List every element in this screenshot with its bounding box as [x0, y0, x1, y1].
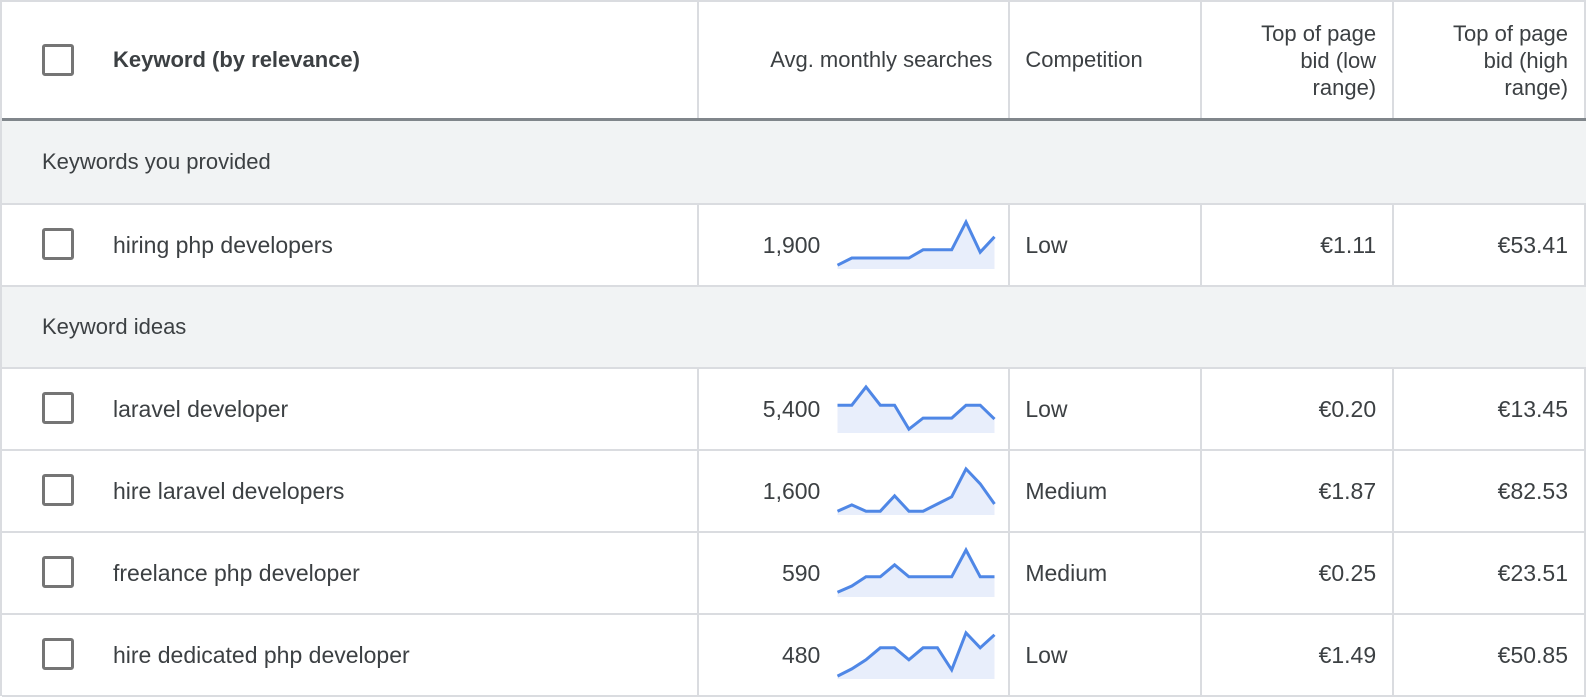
avg-searches-cell: 5,400 — [699, 369, 1011, 449]
keyword-cell: hire dedicated php developer — [2, 615, 699, 695]
high-bid-value: €13.45 — [1498, 396, 1568, 423]
table-row: hiring php developers 1,900 Low €1.11 €5… — [2, 205, 1586, 287]
keyword-cell: hiring php developers — [2, 205, 699, 285]
keyword-text: hiring php developers — [113, 232, 333, 259]
avg-monthly-searches-value: 1,600 — [763, 478, 821, 505]
header-high-bid-cell: Top of page bid (high range) — [1394, 2, 1586, 118]
competition-cell: Medium — [1010, 533, 1202, 613]
high-bid-cell: €13.45 — [1394, 369, 1586, 449]
avg-monthly-searches-value: 590 — [782, 560, 820, 587]
competition-value: Low — [1025, 642, 1067, 669]
competition-cell: Low — [1010, 369, 1202, 449]
column-header-keyword[interactable]: Keyword (by relevance) — [113, 47, 360, 73]
row-checkbox[interactable] — [42, 556, 74, 588]
high-bid-cell: €82.53 — [1394, 451, 1586, 531]
column-header-avg-monthly-searches[interactable]: Avg. monthly searches — [770, 47, 992, 73]
high-bid-cell: €50.85 — [1394, 615, 1586, 695]
low-bid-value: €1.11 — [1320, 232, 1376, 259]
header-competition-cell: Competition — [1010, 2, 1202, 118]
avg-searches-cell: 1,600 — [699, 451, 1011, 531]
low-bid-value: €0.25 — [1319, 560, 1377, 587]
competition-value: Low — [1025, 232, 1067, 259]
competition-cell: Medium — [1010, 451, 1202, 531]
group-row-keywords-you-provided: Keywords you provided — [2, 121, 1586, 205]
low-bid-cell: €1.49 — [1202, 615, 1394, 695]
table-row: freelance php developer 590 Medium €0.25… — [2, 533, 1586, 615]
keyword-cell: laravel developer — [2, 369, 699, 449]
low-bid-value: €1.49 — [1319, 642, 1377, 669]
avg-searches-cell: 590 — [699, 533, 1011, 613]
low-bid-cell: €0.25 — [1202, 533, 1394, 613]
competition-value: Low — [1025, 396, 1067, 423]
header-keyword-cell: Keyword (by relevance) — [2, 2, 699, 118]
low-bid-cell: €1.87 — [1202, 451, 1394, 531]
avg-searches-cell: 1,900 — [699, 205, 1011, 285]
keyword-text: freelance php developer — [113, 560, 360, 587]
row-checkbox[interactable] — [42, 638, 74, 670]
header-low-bid-cell: Top of page bid (low range) — [1202, 2, 1394, 118]
column-header-competition[interactable]: Competition — [1025, 47, 1142, 73]
column-header-low-bid[interactable]: Top of page bid (low range) — [1246, 20, 1376, 101]
high-bid-value: €23.51 — [1498, 560, 1568, 587]
trend-sparkline — [836, 614, 996, 696]
low-bid-value: €1.87 — [1319, 478, 1377, 505]
group-row-keyword-ideas: Keyword ideas — [2, 287, 1586, 369]
keyword-text: hire dedicated php developer — [113, 642, 410, 669]
high-bid-value: €53.41 — [1498, 232, 1568, 259]
avg-monthly-searches-value: 1,900 — [763, 232, 821, 259]
avg-monthly-searches-value: 5,400 — [763, 396, 821, 423]
trend-sparkline — [836, 204, 996, 286]
table-row: hire laravel developers 1,600 Medium €1.… — [2, 451, 1586, 533]
competition-value: Medium — [1025, 560, 1107, 587]
trend-sparkline — [836, 450, 996, 532]
keyword-text: laravel developer — [113, 396, 288, 423]
keyword-cell: hire laravel developers — [2, 451, 699, 531]
high-bid-value: €82.53 — [1498, 478, 1568, 505]
high-bid-value: €50.85 — [1498, 642, 1568, 669]
high-bid-cell: €23.51 — [1394, 533, 1586, 613]
table-row: hire dedicated php developer 480 Low €1.… — [2, 615, 1586, 697]
keyword-text: hire laravel developers — [113, 478, 344, 505]
competition-cell: Low — [1010, 205, 1202, 285]
competition-value: Medium — [1025, 478, 1107, 505]
trend-sparkline — [836, 368, 996, 450]
avg-searches-cell: 480 — [699, 615, 1011, 695]
row-checkbox[interactable] — [42, 474, 74, 506]
table-row: laravel developer 5,400 Low €0.20 €13.45 — [2, 369, 1586, 451]
select-all-checkbox[interactable] — [42, 44, 74, 76]
table-header: Keyword (by relevance) Avg. monthly sear… — [2, 2, 1586, 121]
competition-cell: Low — [1010, 615, 1202, 695]
trend-sparkline — [836, 532, 996, 614]
group-label: Keywords you provided — [2, 149, 271, 175]
row-checkbox[interactable] — [42, 228, 74, 260]
group-label: Keyword ideas — [2, 314, 186, 340]
keyword-cell: freelance php developer — [2, 533, 699, 613]
low-bid-cell: €0.20 — [1202, 369, 1394, 449]
high-bid-cell: €53.41 — [1394, 205, 1586, 285]
low-bid-value: €0.20 — [1319, 396, 1377, 423]
keyword-ideas-table: Keyword (by relevance) Avg. monthly sear… — [0, 0, 1586, 696]
column-header-high-bid[interactable]: Top of page bid (high range) — [1438, 20, 1568, 101]
header-avg-cell: Avg. monthly searches — [699, 2, 1011, 118]
avg-monthly-searches-value: 480 — [782, 642, 820, 669]
low-bid-cell: €1.11 — [1202, 205, 1394, 285]
row-checkbox[interactable] — [42, 392, 74, 424]
